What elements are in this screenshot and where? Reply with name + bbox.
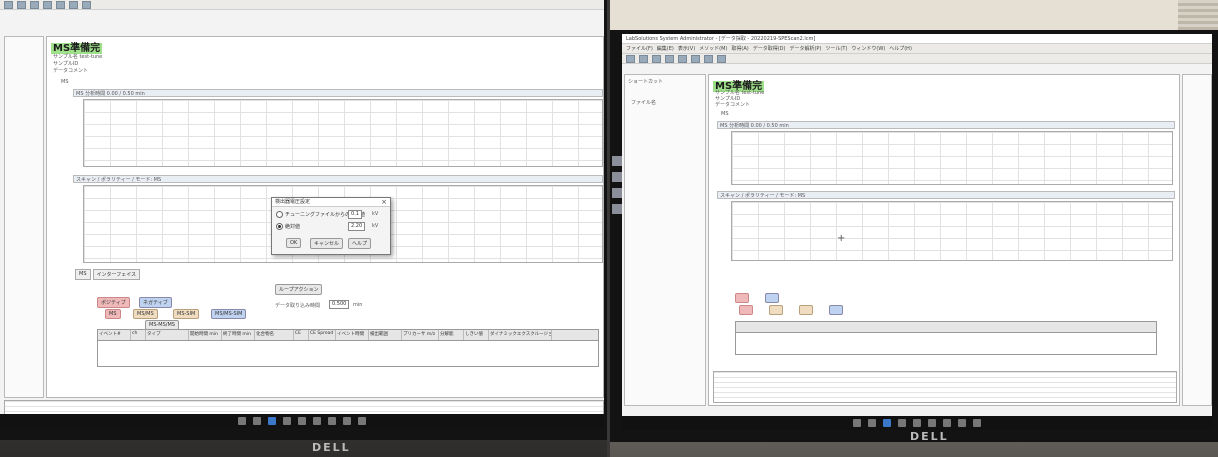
col-type: タイプ — [146, 330, 189, 340]
relative-unit: kV — [372, 211, 379, 217]
radio-absolute[interactable]: 絶対値 — [276, 223, 300, 230]
interval-label: データ取り込み時間 — [275, 303, 321, 309]
left-sidebar[interactable] — [4, 36, 44, 398]
event-table[interactable]: イベント# ch タイプ 開始時間 min 終了時間 min 化合物名 CE C… — [97, 329, 599, 367]
col-event: イベント# — [98, 330, 131, 340]
method-tabs: MS インターフェイス — [75, 269, 141, 280]
dell-logo: DELL — [312, 441, 351, 454]
tab-interface[interactable]: インターフェイス — [92, 269, 141, 280]
status-title: MS準備完 — [51, 43, 103, 54]
data-comment-label-right: データコメント — [715, 102, 751, 108]
menu-file[interactable]: ファイル(F) — [626, 45, 653, 52]
left-toolbar — [0, 0, 604, 10]
left-main-panel: MS準備完 サンプル名 test-tune サンプルID データコメント MS … — [46, 36, 604, 398]
right-taskbar — [622, 416, 1212, 430]
spectrum-plot-right[interactable] — [731, 201, 1173, 261]
data-comment-label: データコメント — [53, 68, 89, 74]
col-range: 検出範囲 — [369, 330, 402, 340]
help-button[interactable]: ヘルプ — [348, 238, 372, 249]
ms-sim-button-right[interactable] — [799, 305, 814, 315]
sample-id-label: サンプルID — [53, 61, 79, 67]
tic-plot[interactable] — [83, 99, 603, 167]
scan-header: スキャン / ポラリティー / モード: MS — [73, 175, 603, 183]
right-photo: LabSolutions System Administrator - [データ… — [610, 0, 1218, 457]
right-sidebar[interactable]: ショートカット ファイル名 — [624, 74, 706, 406]
polarity-negative-button-right[interactable] — [765, 293, 780, 303]
col-start: 開始時間 min — [189, 330, 222, 340]
menu-edit[interactable]: 編集(E) — [657, 45, 674, 52]
right-titlebar: LabSolutions System Administrator - [データ… — [622, 34, 1212, 44]
event-table-right[interactable] — [735, 321, 1157, 355]
menu-view[interactable]: 表示(V) — [678, 45, 695, 52]
menu-data-acquire[interactable]: データ取得(D) — [753, 45, 786, 52]
right-menubar: ファイル(F) 編集(E) 表示(V) メソッド(M) 取得(A) データ取得(… — [622, 44, 1212, 54]
relative-value-field[interactable]: 0.1 — [348, 210, 362, 219]
left-screen: MS準備完 サンプル名 test-tune サンプルID データコメント MS … — [0, 0, 604, 428]
msms-sim-button-right[interactable] — [829, 305, 844, 315]
left-photo: MS準備完 サンプル名 test-tune サンプルID データコメント MS … — [0, 0, 607, 457]
interval-unit: min — [353, 302, 363, 308]
ms-sim-button[interactable]: MS-SIM — [173, 309, 200, 319]
polarity-negative-button[interactable]: ネガティブ — [139, 297, 172, 308]
loop-action-button[interactable]: ループアクション — [275, 284, 323, 295]
ms-button-right[interactable] — [739, 305, 754, 315]
menu-acquire[interactable]: 取得(A) — [731, 45, 748, 52]
msms-button-right[interactable] — [769, 305, 784, 315]
col-ce: CE — [294, 330, 309, 340]
col-threshold: しきい値 — [464, 330, 489, 340]
desktop-icons — [610, 150, 624, 220]
msms-button[interactable]: MS/MS — [133, 309, 158, 319]
left-taskbar — [0, 414, 604, 428]
right-toolbar — [622, 54, 1212, 64]
col-ce-spread: CE Spread — [309, 330, 336, 340]
col-precursor: プリカーサ m/z — [402, 330, 439, 340]
menu-window[interactable]: ウィンドウ(W) — [851, 45, 885, 52]
menu-data-analysis[interactable]: データ解析(P) — [789, 45, 821, 52]
col-resolution: 分解能 — [439, 330, 464, 340]
col-ch: ch — [131, 330, 146, 340]
scan-header-right: スキャン / ポラリティー / モード: MS — [717, 191, 1175, 199]
menu-method[interactable]: メソッド(M) — [699, 45, 727, 52]
col-compound: 化合物名 — [255, 330, 294, 340]
sidebar-header: ショートカット — [628, 79, 664, 85]
dialog-title: 検出器電圧設定 — [272, 198, 390, 207]
right-status-column — [1182, 74, 1212, 406]
tic-plot-right[interactable] — [731, 131, 1173, 185]
radio-selected-icon — [276, 223, 283, 230]
ms-button[interactable]: MS — [105, 309, 121, 319]
table-header-right — [736, 322, 1156, 333]
col-dynamic: ダイナミックエクスクルージョン — [489, 330, 552, 340]
dell-logo-right: DELL — [910, 430, 949, 443]
crosshair-cursor-icon: + — [837, 233, 846, 244]
col-event-time: イベント時間 — [336, 330, 369, 340]
cancel-button[interactable]: キャンセル — [310, 238, 344, 249]
ok-button[interactable]: OK — [286, 238, 302, 248]
right-log-panel — [713, 371, 1177, 403]
tab-ms[interactable]: MS — [61, 79, 69, 85]
tic-header: MS 分析時間 0.00 / 0.50 min — [73, 89, 603, 97]
sample-name-label: サンプル名 test-tune — [53, 54, 103, 60]
tab-ms-right[interactable]: MS — [721, 111, 729, 117]
polarity-positive-button-right[interactable] — [735, 293, 750, 303]
right-screen: LabSolutions System Administrator - [データ… — [622, 34, 1212, 430]
tic-header-right: MS 分析時間 0.00 / 0.50 min — [717, 121, 1175, 129]
polarity-positive-button[interactable]: ポジティブ — [97, 297, 130, 308]
tab-ms-settings[interactable]: MS — [75, 269, 91, 280]
detector-voltage-dialog: 検出器電圧設定 × チューニングファイルからの相対値 0.1 kV 絶対値 2.… — [271, 197, 391, 255]
right-main-panel: MS準備完 サンプル名 test-tune サンプルID データコメント MS … — [708, 74, 1180, 406]
absolute-value-field[interactable]: 2.20 — [348, 222, 366, 231]
menu-help[interactable]: ヘルプ(H) — [889, 45, 912, 52]
menu-tools[interactable]: ツール(T) — [825, 45, 847, 52]
sidebar-item-file[interactable]: ファイル名 — [631, 99, 656, 106]
close-icon[interactable]: × — [381, 198, 387, 206]
absolute-unit: kV — [372, 223, 379, 229]
msms-sim-button[interactable]: MS/MS-SIM — [211, 309, 247, 319]
col-end: 終了時間 min — [222, 330, 255, 340]
radio-icon — [276, 211, 283, 218]
interval-input[interactable]: 0.500 — [329, 300, 350, 309]
